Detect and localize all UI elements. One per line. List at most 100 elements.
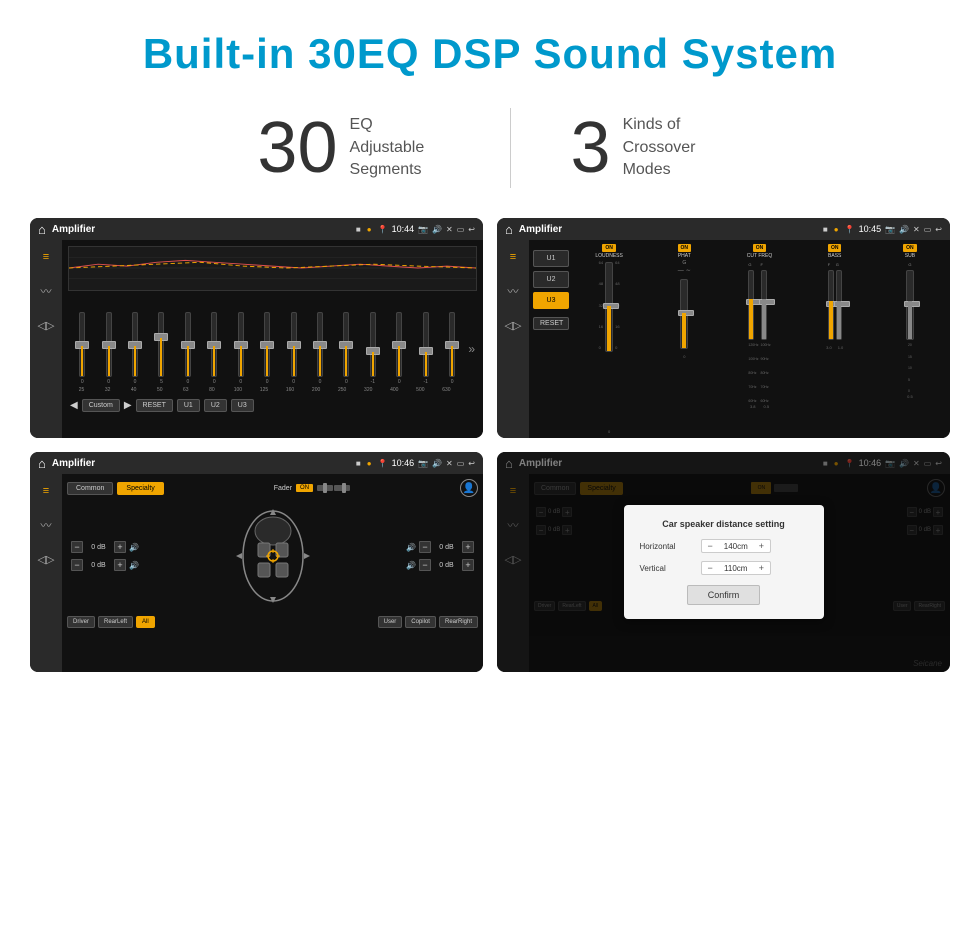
eq-slider-6[interactable]: 0: [229, 312, 253, 385]
dialog-horizontal-row: Horizontal − 140cm +: [640, 539, 808, 553]
eq-slider-9[interactable]: 0: [308, 312, 332, 385]
crossover-u2-btn[interactable]: U2: [533, 271, 569, 288]
eq-slider-10[interactable]: 0: [334, 312, 358, 385]
eq-reset-btn[interactable]: RESET: [136, 399, 173, 412]
dialog-horizontal-label: Horizontal: [640, 542, 695, 551]
eq-status-icons: 📍 10:44 📷 🔊 ✕ ▭ ↩: [378, 224, 475, 234]
crossover-sidebar-eq-icon[interactable]: ≡: [502, 248, 524, 266]
sub-on-badge[interactable]: ON: [903, 244, 917, 252]
eq-sidebar-eq-icon[interactable]: ≡: [35, 248, 57, 266]
screens-grid: ⌂ Amplifier ■ ● 📍 10:44 📷 🔊 ✕ ▭ ↩ ≡ 〰 ◁▷: [0, 218, 980, 692]
vol-fr-plus[interactable]: +: [462, 541, 474, 553]
eq-dot-icon: ●: [367, 225, 372, 234]
vol-rr-plus[interactable]: +: [462, 559, 474, 571]
copilot-btn[interactable]: Copilot: [405, 616, 436, 628]
eq-u1-btn[interactable]: U1: [177, 399, 200, 412]
specialty-home-icon[interactable]: ⌂: [38, 456, 46, 471]
specialty-time: 10:46: [392, 458, 415, 468]
driver-btn[interactable]: Driver: [67, 616, 95, 628]
vol-rl-minus[interactable]: −: [71, 559, 83, 571]
dialog-horizontal-plus[interactable]: +: [757, 541, 766, 551]
vol-rl-plus[interactable]: +: [114, 559, 126, 571]
specialty-sidebar-vol-icon[interactable]: ◁▷: [35, 550, 57, 568]
stat-crossover-number: 3: [571, 112, 611, 184]
eq-slider-3[interactable]: 5: [149, 312, 173, 385]
crossover-sidebar-wave-icon[interactable]: 〰: [502, 282, 524, 300]
eq-slider-2[interactable]: 0: [123, 312, 147, 385]
vol-fr-value: 0 dB: [434, 544, 459, 551]
eq-back-icon[interactable]: ↩: [468, 225, 475, 234]
vol-rr-value: 0 dB: [434, 562, 459, 569]
eq-record-icon: ■: [356, 225, 361, 234]
eq-home-icon[interactable]: ⌂: [38, 222, 46, 237]
crossover-status-icons: 📍 10:45 📷 🔊 ✕ ▭ ↩: [845, 224, 942, 234]
stat-eq-label: EQ AdjustableSegments: [350, 114, 450, 181]
specialty-back-icon[interactable]: ↩: [468, 459, 475, 468]
vol-fr-minus[interactable]: −: [419, 541, 431, 553]
crossover-back-icon[interactable]: ↩: [935, 225, 942, 234]
crossover-u3-btn[interactable]: U3: [533, 292, 569, 309]
eq-slider-12[interactable]: 0: [387, 312, 411, 385]
crossover-u1-btn[interactable]: U1: [533, 250, 569, 267]
specialty-tab[interactable]: Specialty: [117, 482, 163, 495]
common-tab[interactable]: Common: [67, 482, 113, 495]
dialog-vertical-row: Vertical − 110cm +: [640, 561, 808, 575]
crossover-screen: ⌂ Amplifier ■ ● 📍 10:45 📷 🔊 ✕ ▭ ↩ ≡ 〰 ◁▷: [497, 218, 950, 438]
eq-sidebar: ≡ 〰 ◁▷: [30, 240, 62, 438]
crossover-x-icon: ✕: [913, 225, 920, 234]
eq-slider-13[interactable]: -1: [413, 312, 437, 385]
page-title: Built-in 30EQ DSP Sound System: [0, 0, 980, 98]
profile-icon[interactable]: 👤: [460, 479, 478, 497]
bass-on-badge[interactable]: ON: [828, 244, 842, 252]
eq-next-btn[interactable]: ▶: [124, 400, 132, 411]
specialty-x-icon: ✕: [446, 459, 453, 468]
eq-slider-11[interactable]: -1: [361, 312, 385, 385]
dialog-horizontal-input: − 140cm +: [701, 539, 772, 553]
eq-u2-btn[interactable]: U2: [204, 399, 227, 412]
eq-sidebar-wave-icon[interactable]: 〰: [35, 282, 57, 300]
eq-prev-btn[interactable]: ◀: [70, 400, 78, 411]
phat-on-badge[interactable]: ON: [678, 244, 692, 252]
phat-label: PHAT: [678, 253, 691, 259]
specialty-sidebar-wave-icon[interactable]: 〰: [35, 516, 57, 534]
vol-rr: 🔊 − 0 dB +: [406, 559, 474, 571]
specialty-vol-icon: 🔊: [432, 459, 442, 468]
eq-slider-5[interactable]: 0: [202, 312, 226, 385]
eq-sidebar-vol-icon[interactable]: ◁▷: [35, 316, 57, 334]
eq-custom-btn[interactable]: Custom: [82, 399, 120, 412]
crossover-home-icon[interactable]: ⌂: [505, 222, 513, 237]
vol-fl: − 0 dB + 🔊: [71, 541, 139, 553]
dialog-horizontal-minus[interactable]: −: [706, 541, 715, 551]
eq-time: 10:44: [392, 224, 415, 234]
eq-screen-title: Amplifier: [52, 224, 350, 235]
rearleft-btn[interactable]: RearLeft: [98, 616, 133, 628]
user-btn[interactable]: User: [378, 616, 403, 628]
vol-fl-minus[interactable]: −: [71, 541, 83, 553]
eq-slider-0[interactable]: 0: [70, 312, 94, 385]
vol-rr-minus[interactable]: −: [419, 559, 431, 571]
vol-fr: 🔊 − 0 dB +: [406, 541, 474, 553]
rearright-btn[interactable]: RearRight: [439, 616, 478, 628]
eq-slider-14[interactable]: 0: [440, 312, 464, 385]
crossover-sidebar-vol-icon[interactable]: ◁▷: [502, 316, 524, 334]
eq-slider-8[interactable]: 0: [281, 312, 305, 385]
all-btn[interactable]: All: [136, 616, 155, 628]
cutfreq-on-badge[interactable]: ON: [753, 244, 767, 252]
dialog-vertical-minus[interactable]: −: [706, 563, 715, 573]
eq-slider-1[interactable]: 0: [96, 312, 120, 385]
crossover-content: ≡ 〰 ◁▷ U1 U2 U3 RESET: [497, 240, 950, 438]
crossover-reset-btn[interactable]: RESET: [533, 317, 569, 330]
eq-sliders: 0 0 0 5: [68, 295, 477, 385]
specialty-sidebar-eq-icon[interactable]: ≡: [35, 482, 57, 500]
crossover-status-bar: ⌂ Amplifier ■ ● 📍 10:45 📷 🔊 ✕ ▭ ↩: [497, 218, 950, 240]
loudness-on-badge[interactable]: ON: [602, 244, 616, 252]
dialog-vertical-plus[interactable]: +: [757, 563, 766, 573]
eq-slider-7[interactable]: 0: [255, 312, 279, 385]
fader-on-badge[interactable]: ON: [296, 484, 313, 492]
eq-bottom-bar: ◀ Custom ▶ RESET U1 U2 U3: [68, 397, 477, 414]
eq-u3-btn[interactable]: U3: [231, 399, 254, 412]
stat-eq: 30 EQ AdjustableSegments: [197, 112, 509, 184]
vol-fl-plus[interactable]: +: [114, 541, 126, 553]
confirm-button[interactable]: Confirm: [687, 585, 761, 605]
eq-slider-4[interactable]: 0: [176, 312, 200, 385]
